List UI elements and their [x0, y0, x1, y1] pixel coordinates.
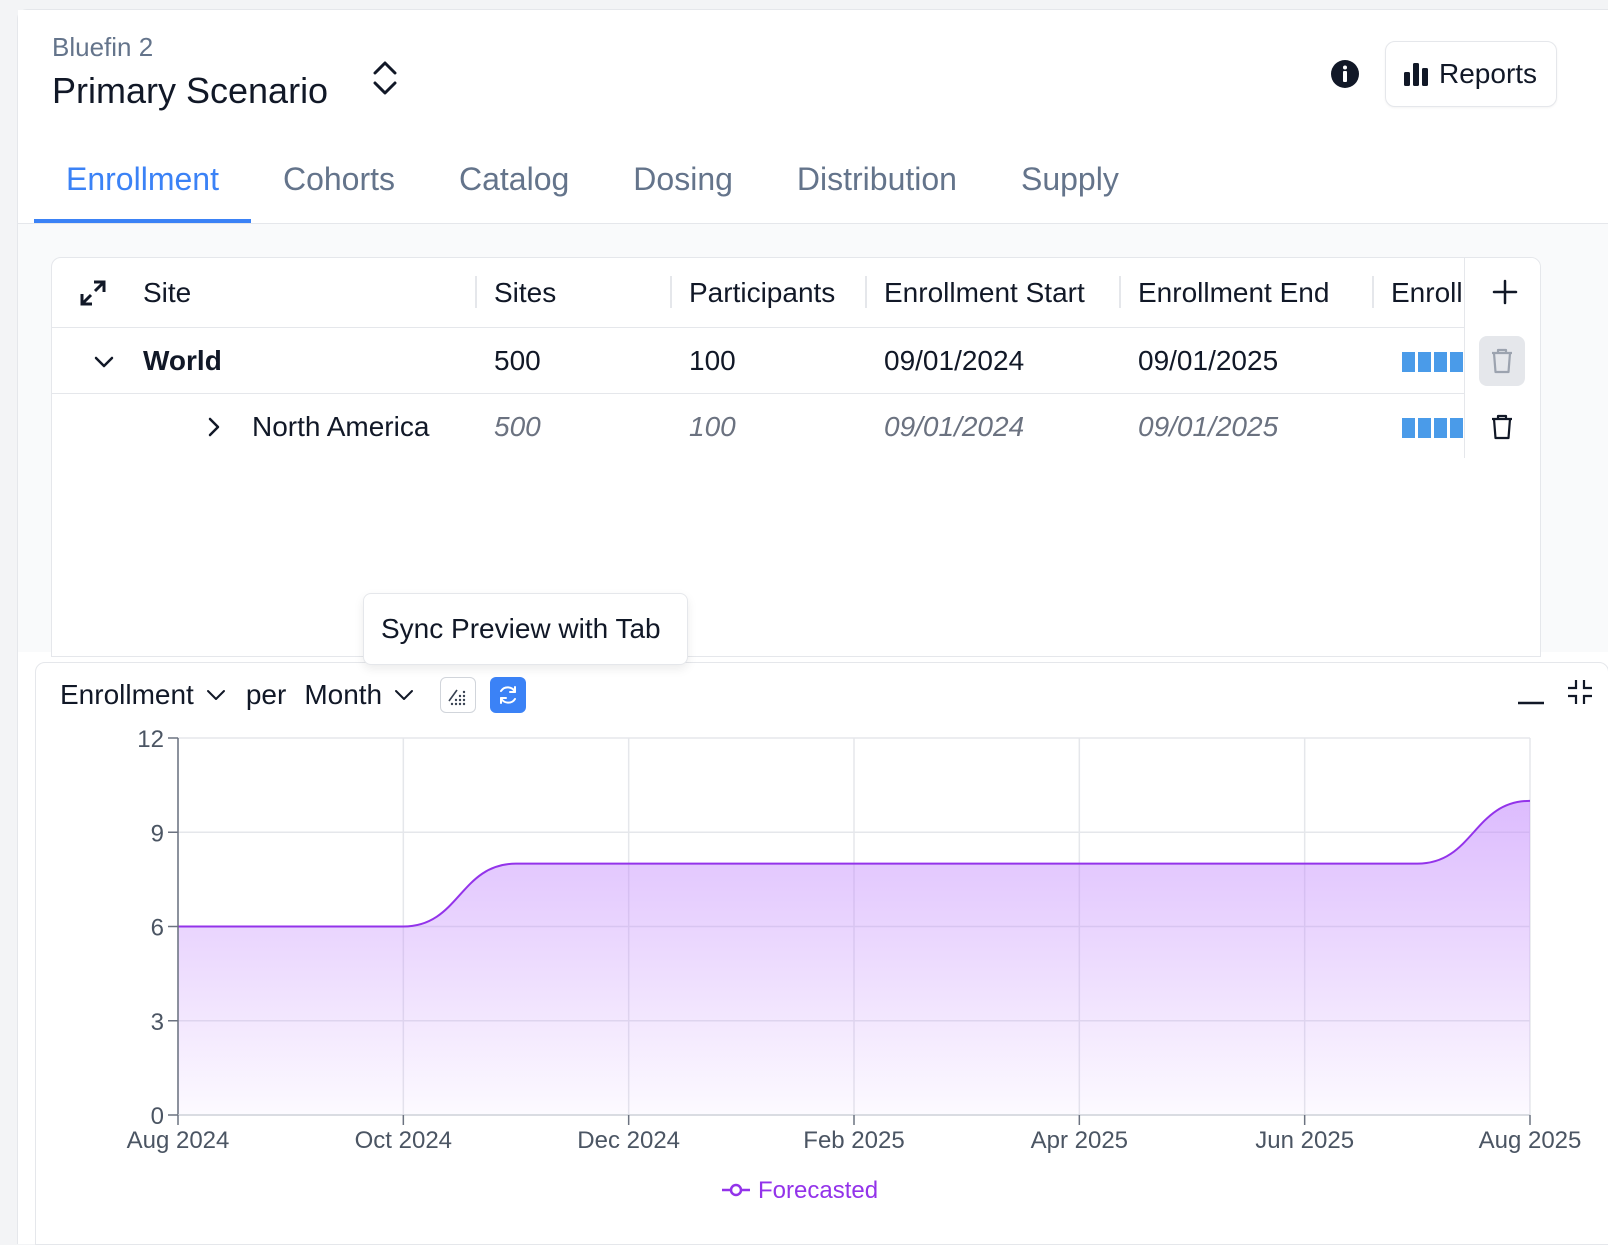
per-label: per	[245, 679, 287, 710]
y-tick-label: 6	[151, 915, 164, 942]
y-tick-label: 12	[137, 726, 164, 753]
enrollment-end-value[interactable]: 09/01/2025	[1138, 328, 1278, 394]
x-tick-label: Feb 2025	[803, 1127, 904, 1154]
site-name: World	[143, 345, 222, 376]
project-name: Bluefin 2	[52, 32, 154, 62]
participants-value[interactable]: 100	[689, 394, 736, 460]
col-separator[interactable]	[475, 276, 477, 308]
legend-marker	[729, 1183, 743, 1197]
delete-row-button[interactable]	[1479, 402, 1525, 452]
minimize-icon[interactable]	[1516, 677, 1546, 712]
table-row[interactable]: World 500 100 09/01/2024 09/01/2025	[52, 328, 1540, 394]
trash-icon	[1492, 348, 1512, 374]
actions-column	[1464, 258, 1540, 458]
period-dropdown[interactable]: Month	[304, 679, 416, 711]
metric-label: Enrollment	[60, 679, 194, 710]
col-sites[interactable]: Sites	[494, 258, 556, 328]
trash-icon	[1492, 414, 1512, 440]
x-tick-label: Aug 2025	[1479, 1127, 1582, 1154]
reports-label: Reports	[1439, 58, 1538, 89]
sync-preview-button[interactable]	[490, 677, 527, 713]
x-tick-label: Oct 2024	[355, 1127, 452, 1154]
enrollment-sparkbars	[1402, 352, 1463, 372]
col-separator[interactable]	[1119, 276, 1121, 308]
y-tick-label: 3	[151, 1009, 164, 1036]
y-tick-label: 9	[151, 820, 164, 847]
reports-button[interactable]: Reports	[1385, 41, 1557, 107]
tab-catalog[interactable]: Catalog	[427, 150, 601, 223]
grid-header: Site Sites Participants Enrollment Start…	[52, 258, 1540, 328]
x-tick-label: Jun 2025	[1255, 1127, 1354, 1154]
col-participants[interactable]: Participants	[689, 258, 835, 328]
x-tick-label: Apr 2025	[1031, 1127, 1128, 1154]
x-tick-label: Dec 2024	[577, 1127, 680, 1154]
col-site[interactable]: Site	[143, 258, 191, 328]
period-label: Month	[304, 679, 383, 710]
table-row[interactable]: North America 500 100 09/01/2024 09/01/2…	[52, 394, 1540, 460]
site-name: North America	[252, 411, 430, 442]
col-separator[interactable]	[1372, 276, 1374, 308]
chevron-down-icon	[206, 690, 225, 700]
chevron-right-icon[interactable]	[202, 415, 226, 444]
enrollment-end-value[interactable]: 09/01/2025	[1138, 394, 1278, 460]
enrollment-start-value[interactable]: 09/01/2024	[884, 394, 1024, 460]
tab-dosing[interactable]: Dosing	[601, 150, 765, 223]
col-enrollment-start[interactable]: Enrollment Start	[884, 258, 1085, 328]
col-separator[interactable]	[865, 276, 867, 308]
tab-supply[interactable]: Supply	[989, 150, 1151, 223]
tab-enrollment[interactable]: Enrollment	[34, 150, 251, 223]
preview-panel: Enrollment per Month 0 3 6 9 12 Aug 2024	[35, 662, 1608, 1245]
delete-row-button[interactable]	[1479, 336, 1525, 386]
sites-value[interactable]: 500	[494, 394, 541, 460]
x-tick-label: Aug 2024	[127, 1127, 230, 1154]
refresh-icon	[500, 686, 517, 704]
area-chart-dots-icon	[448, 689, 466, 706]
tab-bar: Enrollment Cohorts Catalog Dosing Distri…	[34, 150, 1151, 224]
participants-value[interactable]: 100	[689, 328, 736, 394]
header: Bluefin 2 Primary Scenario Reports Enrol…	[18, 10, 1608, 224]
sites-value[interactable]: 500	[494, 328, 541, 394]
col-enrollment-end[interactable]: Enrollment End	[1138, 258, 1329, 328]
preview-toolbar: Enrollment per Month	[60, 675, 527, 715]
enrollment-table-area: Site Sites Participants Enrollment Start…	[18, 224, 1608, 657]
app-window: Bluefin 2 Primary Scenario Reports Enrol…	[17, 9, 1608, 1245]
scenario-title: Primary Scenario	[52, 70, 329, 111]
y-tick-label: 0	[151, 1103, 164, 1130]
chevron-down-icon[interactable]	[92, 350, 116, 379]
enrollment-grid: Site Sites Participants Enrollment Start…	[51, 257, 1541, 657]
chevron-down-icon	[395, 690, 414, 700]
col-separator[interactable]	[670, 276, 672, 308]
panel-window-controls	[1516, 677, 1594, 712]
expand-all-icon[interactable]	[78, 278, 108, 313]
collapse-icon[interactable]	[1566, 678, 1594, 711]
col-enroll[interactable]: Enroll	[1391, 258, 1463, 328]
bar-chart-icon	[1404, 63, 1428, 86]
info-icon[interactable]	[1330, 59, 1360, 89]
scenario-switcher-chevrons-icon[interactable]	[370, 56, 400, 100]
legend-label: Forecasted	[758, 1177, 878, 1204]
tab-distribution[interactable]: Distribution	[765, 150, 989, 223]
tab-cohorts[interactable]: Cohorts	[251, 150, 427, 223]
enrollment-chart: 0 3 6 9 12 Aug 2024 Oct 2024 Dec 2024 Feb 2025 Ap…	[127, 726, 1582, 1204]
chart-style-button[interactable]	[440, 677, 477, 713]
sync-tooltip: Sync Preview with Tab	[363, 593, 688, 665]
add-row-icon[interactable]	[1491, 278, 1519, 311]
enrollment-start-value[interactable]: 09/01/2024	[884, 328, 1024, 394]
enrollment-sparkbars	[1402, 418, 1463, 438]
metric-dropdown[interactable]: Enrollment	[60, 679, 228, 711]
